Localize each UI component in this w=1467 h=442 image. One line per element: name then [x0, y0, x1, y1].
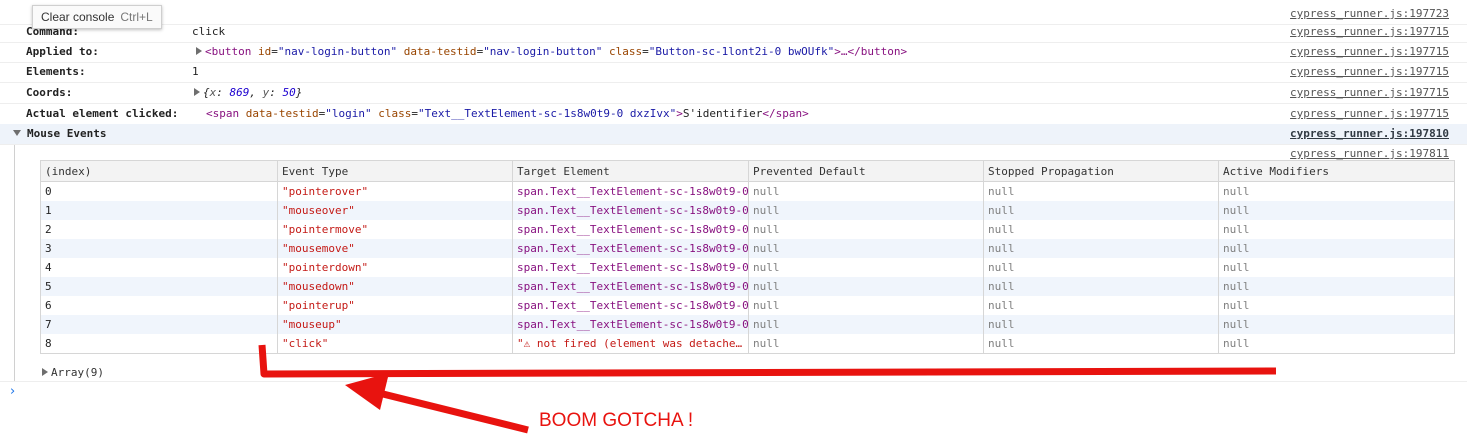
annotation-overlay: [258, 344, 1277, 434]
clear-console-tooltip: Clear console Ctrl+L: [32, 5, 162, 29]
annotation-underline: [258, 344, 1277, 378]
annotation-text: BOOM GOTCHA !: [539, 410, 694, 431]
tooltip-shortcut: Ctrl+L: [120, 10, 153, 24]
annotation-arrow-shaft: [374, 388, 529, 434]
annotation-arrowhead: [345, 373, 389, 410]
tooltip-label: Clear console: [41, 10, 115, 24]
